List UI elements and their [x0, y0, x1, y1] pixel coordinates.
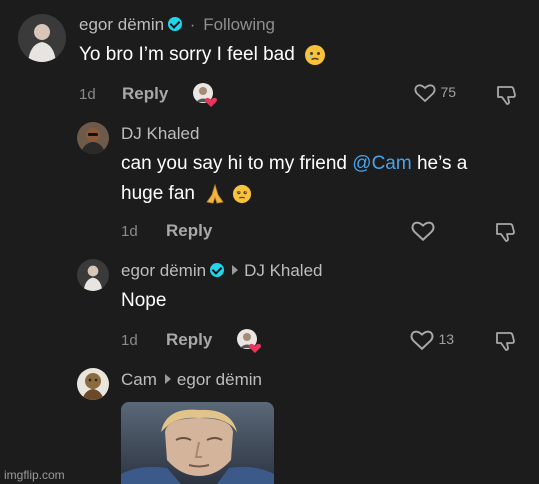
like-count: 75 — [440, 84, 457, 101]
creator-avatar-heart-icon — [237, 329, 262, 353]
comment-age: 1d — [121, 223, 138, 240]
separator-dot: · — [189, 15, 196, 34]
creator-avatar-heart-icon — [193, 83, 218, 107]
heart-outline-icon[interactable] — [411, 220, 435, 242]
creator-liked-badge — [192, 82, 218, 108]
person-avatar-icon — [18, 14, 66, 62]
comment-text-part: can you say hi to my friend — [121, 153, 353, 174]
dislike-button[interactable] — [494, 330, 516, 357]
dislike-button[interactable] — [495, 84, 517, 111]
author-name[interactable]: DJ Khaled — [121, 124, 199, 144]
heart-outline-icon[interactable] — [410, 329, 434, 351]
reply-button[interactable]: Reply — [166, 221, 212, 241]
comment-text: Nope — [121, 290, 167, 311]
comment-image-attachment[interactable] — [121, 402, 274, 484]
face-holding-back-tears-icon — [232, 184, 251, 204]
author-name[interactable]: Cam — [121, 370, 157, 389]
reply-to-name[interactable]: egor dëmin — [177, 370, 262, 389]
comment-text-part: huge fan — [121, 183, 195, 205]
like-count: 13 — [438, 331, 455, 348]
creator-liked-badge — [236, 328, 262, 354]
thumbs-down-icon[interactable] — [494, 221, 516, 243]
reply-to-name[interactable]: DJ Khaled — [244, 261, 322, 280]
verified-badge-icon — [210, 263, 225, 277]
dislike-button[interactable] — [494, 221, 516, 248]
comment-age: 1d — [121, 332, 138, 349]
reply-arrow-icon — [232, 265, 239, 275]
author-name[interactable]: egor dëmin — [121, 261, 206, 280]
comment-text-part: he’s a — [411, 153, 468, 174]
avatar[interactable] — [77, 368, 109, 400]
avatar[interactable] — [77, 122, 109, 154]
thumbs-down-icon[interactable] — [495, 84, 517, 106]
face-holding-back-tears-icon — [305, 45, 326, 65]
reply-button[interactable]: Reply — [122, 84, 168, 104]
following-label: Following — [203, 15, 276, 34]
thumbs-down-icon[interactable] — [494, 330, 516, 352]
avatar[interactable] — [18, 14, 66, 62]
avatar[interactable] — [77, 259, 109, 291]
like-button[interactable]: 75 — [414, 83, 456, 103]
comment-age: 1d — [79, 86, 96, 103]
comment-text: Yo bro I’m sorry I feel bad — [79, 44, 295, 66]
author-name[interactable]: egor dëmin — [79, 15, 164, 34]
watermark: imgflip.com — [4, 468, 65, 482]
cartoon-character-image — [121, 402, 274, 484]
reply-button[interactable]: Reply — [166, 330, 212, 350]
verified-badge-icon — [168, 17, 183, 31]
mention-link[interactable]: @Cam — [352, 153, 411, 174]
person-avatar-icon — [77, 368, 109, 400]
like-button[interactable]: 13 — [410, 329, 454, 351]
heart-outline-icon[interactable] — [414, 83, 436, 103]
folded-hands-icon — [206, 183, 224, 204]
person-avatar-icon — [77, 259, 109, 291]
like-button[interactable] — [411, 220, 435, 247]
person-avatar-icon — [77, 122, 109, 154]
reply-arrow-icon — [164, 374, 171, 384]
